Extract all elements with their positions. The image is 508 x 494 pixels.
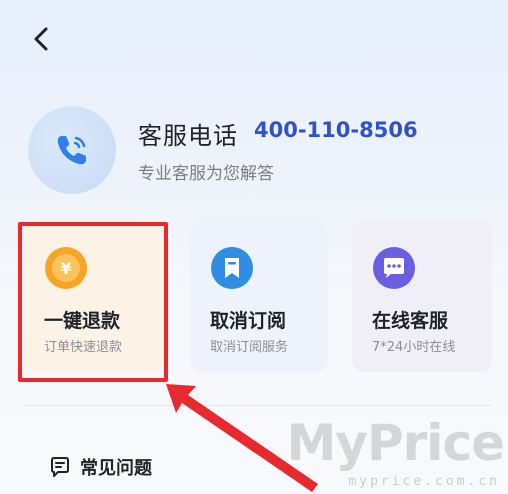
back-button[interactable]	[26, 24, 56, 54]
refund-card[interactable]: ¥ 一键退款 订单快速退款	[24, 220, 164, 372]
watermark-logo: MyPrice	[286, 414, 505, 472]
bookmark-icon	[210, 246, 254, 290]
chevron-left-icon	[34, 27, 48, 51]
hotline-number[interactable]: 400-110-8506	[254, 118, 418, 142]
hotline-avatar	[28, 106, 116, 194]
card-subtitle: 订单快速退款	[44, 340, 123, 355]
phone-icon	[46, 124, 98, 176]
cancel-subscription-card[interactable]: 取消订阅 取消订阅服务	[190, 220, 328, 372]
hotline-title: 客服电话	[138, 122, 238, 150]
card-title: 取消订阅	[210, 310, 287, 332]
chat-bubble-icon	[372, 246, 416, 290]
yuan-coin-icon: ¥	[44, 246, 88, 290]
svg-text:¥: ¥	[60, 259, 71, 278]
online-service-card[interactable]: 在线客服 7*24小时在线	[352, 220, 492, 372]
faq-label: 常见问题	[80, 458, 152, 479]
card-subtitle: 取消订阅服务	[210, 340, 289, 355]
card-title: 在线客服	[372, 310, 449, 332]
divider	[24, 405, 492, 406]
faq-section[interactable]: 常见问题	[48, 454, 152, 480]
watermark-url: myprice.com.cn	[348, 474, 500, 489]
card-title: 一键退款	[44, 310, 121, 332]
hotline-subtitle: 专业客服为您解答	[138, 164, 274, 184]
chat-question-icon	[51, 457, 69, 477]
card-subtitle: 7*24小时在线	[372, 340, 456, 355]
